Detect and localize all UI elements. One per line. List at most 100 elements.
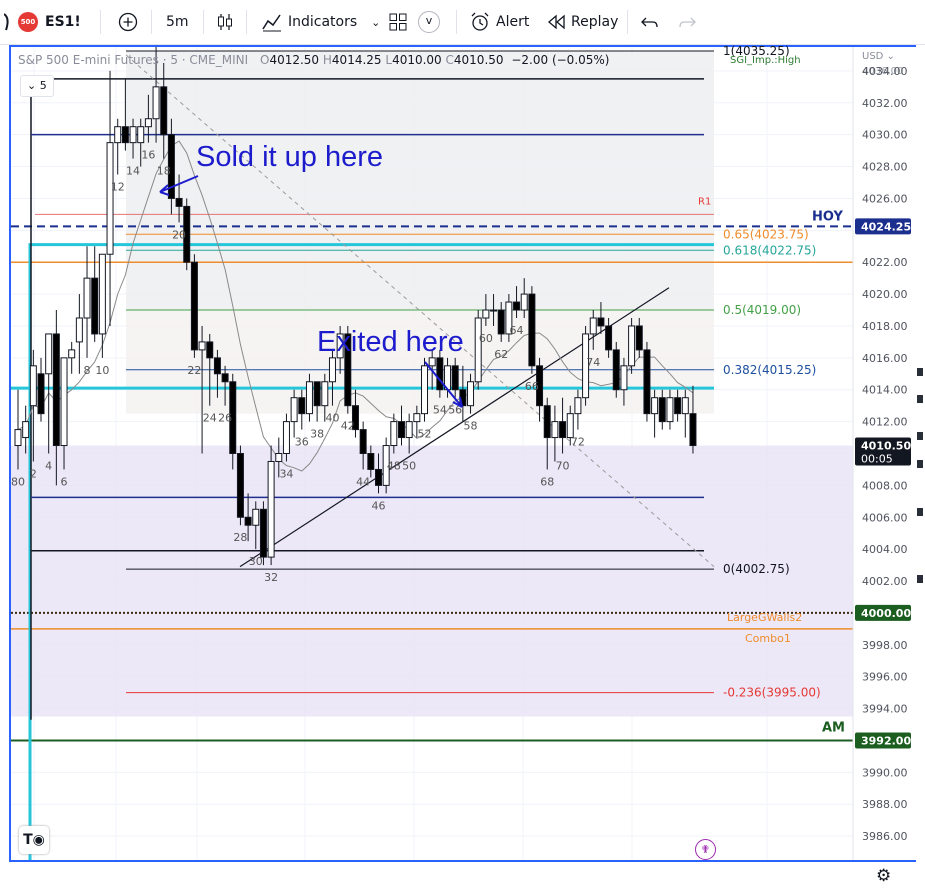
candle-body <box>643 349 651 415</box>
bar-number-label: 50 <box>402 460 416 473</box>
fib-label: 0.618(4022.75) <box>723 243 816 257</box>
candle-body <box>559 421 567 439</box>
price-tick-label: 3996.00 <box>862 671 908 684</box>
candle-body <box>374 468 382 486</box>
candle-body <box>213 357 221 375</box>
bar-number-label: 28 <box>233 531 247 544</box>
fib-label: 0.382(4015.25) <box>723 363 816 377</box>
bar-number-label: 22 <box>187 364 201 377</box>
right-edge-marker <box>917 395 923 403</box>
candle-body <box>83 277 91 319</box>
candle-body <box>543 405 551 439</box>
candle-body <box>612 349 620 391</box>
candle-body <box>451 365 459 391</box>
candle-body <box>198 341 206 351</box>
price-tick-label: 3986.00 <box>862 830 908 843</box>
badge-countdown: 00:05 <box>861 453 893 466</box>
candle-body <box>689 413 697 447</box>
bar-number-label: 80 <box>11 475 25 488</box>
candle-body <box>206 341 214 359</box>
candle-body <box>14 429 22 447</box>
candle-body <box>121 126 129 144</box>
candle-body <box>244 516 252 526</box>
legend-change: −2.00 (−0.05%) <box>511 53 610 67</box>
price-tick-label: 4030.00 <box>862 129 908 142</box>
candle-body <box>605 325 613 351</box>
candle-body <box>298 397 306 415</box>
candle-body <box>398 421 405 439</box>
candle-body <box>390 421 398 447</box>
candle-body <box>367 453 375 470</box>
candle-body <box>520 293 528 311</box>
fib-label: 0.65(4023.75) <box>723 227 809 241</box>
bar-number-label: 58 <box>464 420 478 433</box>
bar-number-label: 6 <box>61 475 68 488</box>
candle-body <box>313 381 321 407</box>
candle-body <box>321 381 329 407</box>
bar-number-label: 2 <box>30 467 37 480</box>
candle-body <box>566 413 574 439</box>
badge-hoy: 4024.25 <box>861 220 911 233</box>
candle-body <box>144 118 152 128</box>
legend-c-label: C <box>445 53 454 67</box>
chevron-down-icon: ⌄ <box>27 79 37 92</box>
candle-body <box>528 293 536 367</box>
bar-number-label: 64 <box>510 324 524 337</box>
bar-number-label: 24 <box>203 412 217 425</box>
lightning-icon[interactable]: ✟ <box>695 839 716 860</box>
price-tick-label: 4002.00 <box>862 575 908 588</box>
candle-body <box>658 397 666 423</box>
zone-lavender <box>11 445 853 717</box>
bar-number-label: 18 <box>157 165 171 178</box>
indicator-label: SGI_Imp.:High <box>730 55 801 66</box>
candle-body <box>674 397 682 415</box>
level-hoy-label: HOY <box>812 209 843 224</box>
candle-body <box>22 421 30 439</box>
price-tick-label: 4014.00 <box>862 384 908 397</box>
fib-zone-upper <box>126 50 714 311</box>
bar-number-label: 8 <box>84 364 91 377</box>
candle-body <box>620 365 628 391</box>
bar-number-label: 16 <box>141 149 155 162</box>
right-edge-marker <box>917 508 923 516</box>
candle-body <box>359 429 367 454</box>
candle-body <box>282 421 290 454</box>
candle-body <box>305 381 313 415</box>
candle-body <box>160 86 168 136</box>
badge-walls: 4000.00 <box>861 607 911 620</box>
candle-body <box>413 413 421 423</box>
candle-body <box>106 142 114 255</box>
candle-body <box>651 397 659 415</box>
currency-label[interactable]: USD ⌄ <box>862 51 895 62</box>
bar-number-label: 46 <box>371 499 385 512</box>
candle-body <box>474 317 482 383</box>
indicator-count: 5 <box>39 79 47 92</box>
candle-body <box>428 357 436 367</box>
bar-number-label: 30 <box>249 555 263 568</box>
right-edge-marker <box>917 368 923 376</box>
legend-title: S&P 500 E-mini Futures · 5 · CME_MINI <box>18 53 249 67</box>
candle-body <box>259 508 267 558</box>
currency-code: USD <box>862 51 884 62</box>
candle-body <box>513 301 521 311</box>
candle-body <box>98 253 106 335</box>
bar-number-label: 26 <box>218 412 232 425</box>
bar-number-label: 48 <box>387 460 401 473</box>
legend-open: 4012.50 <box>269 53 320 67</box>
fib-label: 0(4002.75) <box>723 562 790 576</box>
price-tick-label: 3998.00 <box>862 639 908 652</box>
chart-svg[interactable]: 1(4035.25)0.65(4023.75)0.618(4022.75)0.5… <box>0 0 925 894</box>
candle-body <box>68 349 76 359</box>
candle-body <box>221 373 229 383</box>
time-axis <box>0 862 925 894</box>
collapse-legend-button[interactable]: ⌄ 5 <box>20 75 54 97</box>
bar-number-label: 60 <box>479 332 493 345</box>
bar-number-label: 10 <box>95 364 109 377</box>
tv-logo-icon[interactable]: T◉ <box>19 826 49 854</box>
bar-number-label: 4 <box>45 460 52 473</box>
settings-gear-icon[interactable]: ⚙ <box>876 866 891 886</box>
right-edge-marker <box>917 432 923 440</box>
candle-body <box>52 333 60 447</box>
candle-body <box>175 197 183 207</box>
price-tick-label: 4022.00 <box>862 256 908 269</box>
